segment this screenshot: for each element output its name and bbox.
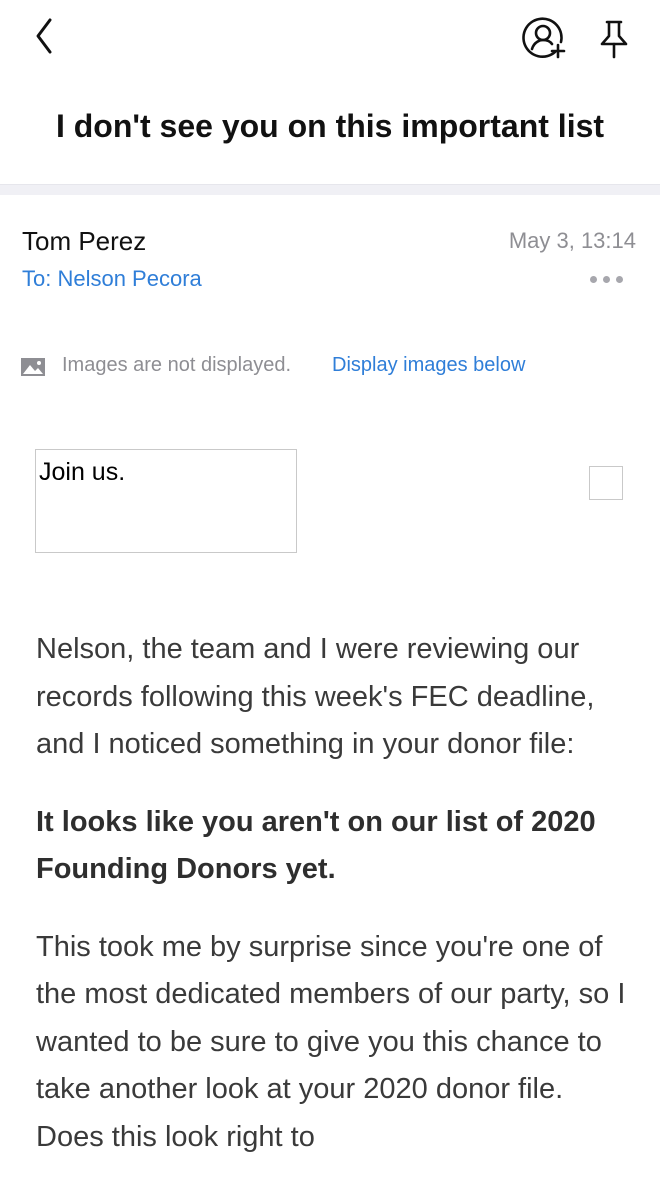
image-placeholder-small bbox=[589, 466, 623, 500]
top-navigation-bar bbox=[0, 0, 660, 80]
email-subject: I don't see you on this important list bbox=[55, 108, 605, 144]
display-images-link[interactable]: Display images below bbox=[332, 354, 525, 377]
body-paragraph-3: This took me by surprise since you're on… bbox=[36, 930, 626, 1153]
email-body: Nelson, the team and I were reviewing ou… bbox=[36, 626, 636, 1161]
image-alt-text: Join us. bbox=[39, 458, 126, 486]
header-divider bbox=[0, 184, 660, 195]
body-paragraph-1: Nelson, the team and I were reviewing ou… bbox=[36, 633, 595, 760]
person-add-icon[interactable] bbox=[520, 14, 568, 62]
image-placeholder-join-us: Join us. bbox=[35, 449, 297, 553]
sender-name[interactable]: Tom Perez bbox=[22, 226, 146, 257]
more-dots-icon[interactable] bbox=[590, 270, 630, 286]
recipient-line[interactable]: To: Nelson Pecora bbox=[22, 266, 202, 292]
body-paragraph-2: It looks like you aren't on our list of … bbox=[36, 805, 596, 886]
images-blocked-message: Images are not displayed. bbox=[62, 354, 292, 376]
email-date: May 3, 13:14 bbox=[508, 228, 636, 253]
image-icon bbox=[20, 357, 46, 377]
pin-icon[interactable] bbox=[594, 16, 634, 60]
chevron-left-icon[interactable] bbox=[28, 14, 64, 58]
